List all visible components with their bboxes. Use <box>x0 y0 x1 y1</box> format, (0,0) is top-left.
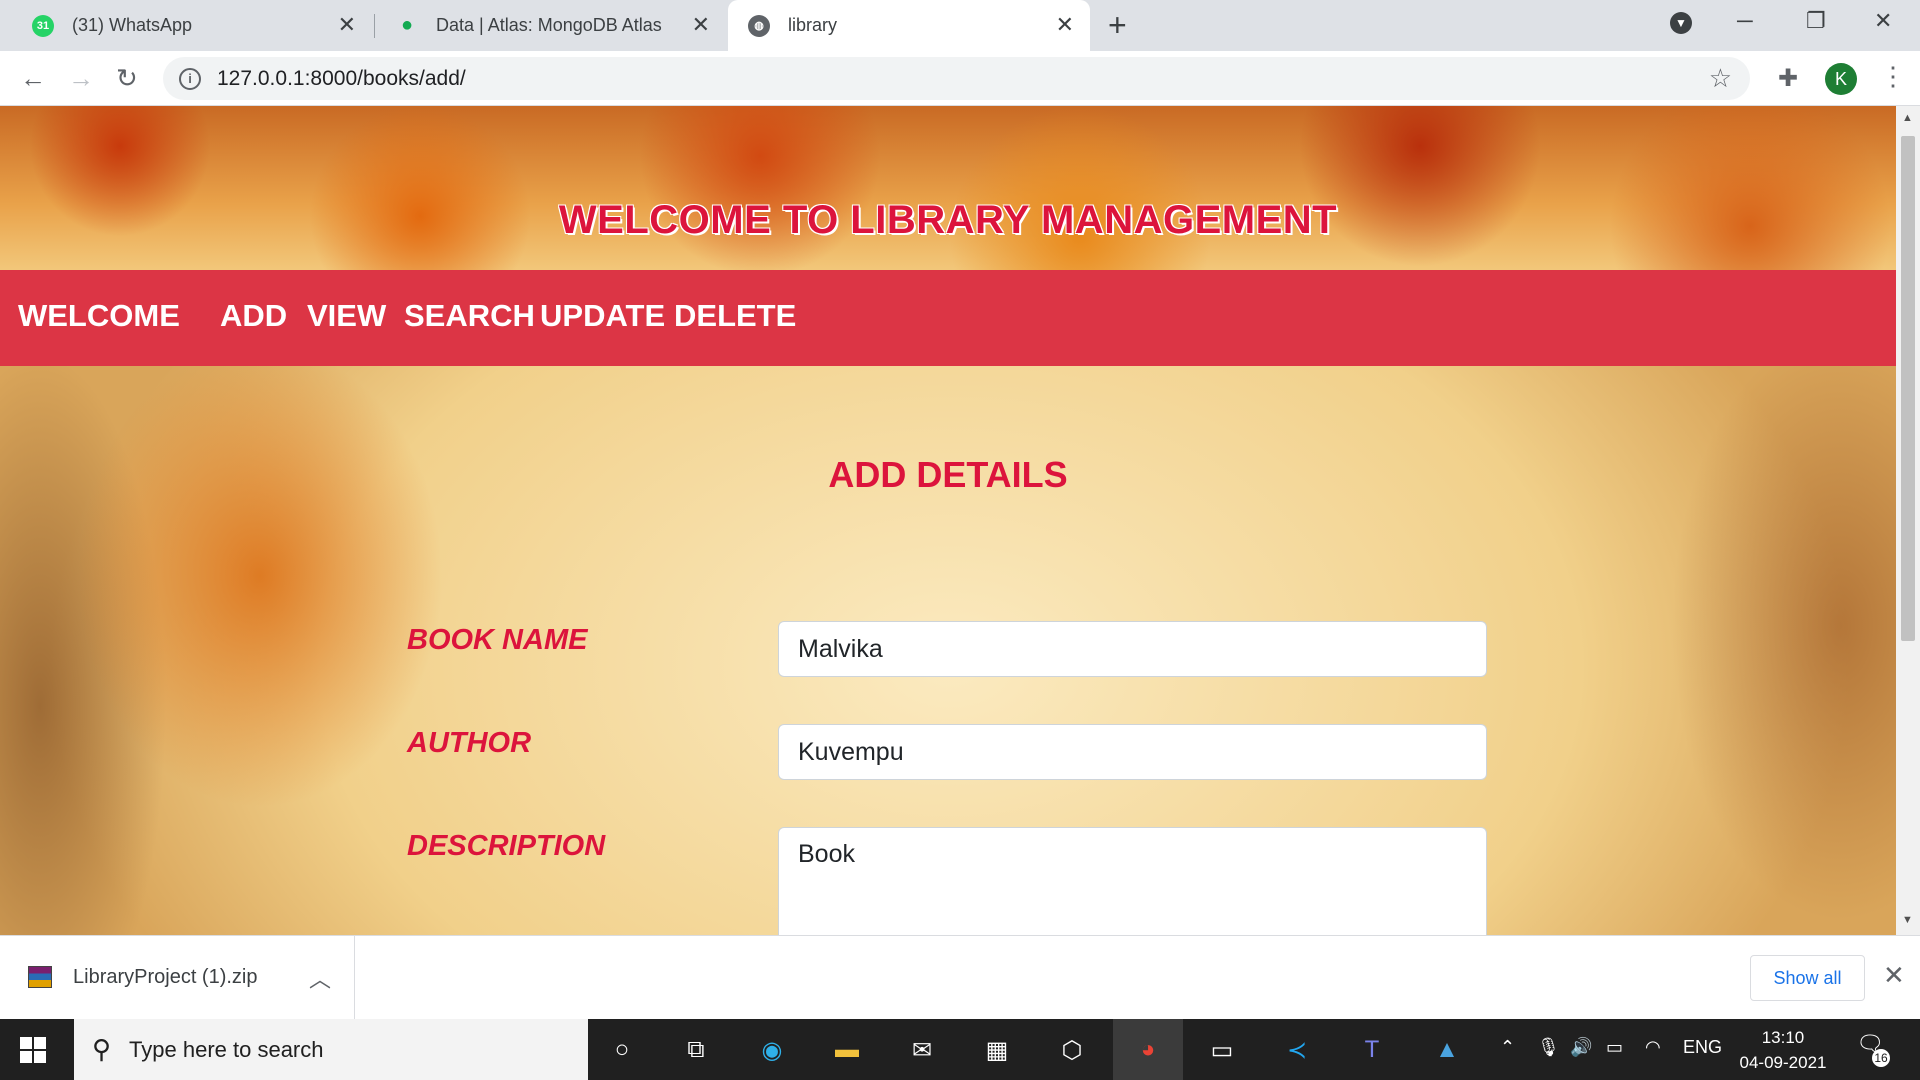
battery-icon[interactable]: ▭ <box>1606 1037 1623 1058</box>
edge-icon[interactable]: ◉ <box>755 1033 789 1067</box>
download-file-name[interactable]: LibraryProject (1).zip <box>73 966 258 989</box>
terminal-icon[interactable]: ▭ <box>1205 1033 1239 1067</box>
3d-box-icon[interactable]: ⬡ <box>1055 1033 1089 1067</box>
tab-strip: 31 (31) WhatsApp ✕ ● Data | Atlas: Mongo… <box>0 0 1920 51</box>
close-tab-icon[interactable]: ✕ <box>1056 14 1074 36</box>
clock-date: 04-09-2021 <box>1739 1053 1827 1072</box>
search-placeholder: Type here to search <box>129 1036 324 1062</box>
book-name-label: BOOK NAME <box>407 624 588 656</box>
close-tab-icon[interactable]: ✕ <box>692 14 710 36</box>
winrar-archive-icon <box>28 966 52 988</box>
nav-link-search[interactable]: SEARCH <box>404 298 535 334</box>
store-icon[interactable]: ▦ <box>980 1033 1014 1067</box>
taskbar-search-box[interactable]: ⚲ Type here to search <box>74 1019 588 1080</box>
nav-link-update[interactable]: UPDATE <box>540 298 665 334</box>
nav-brand-welcome[interactable]: WELCOME <box>18 298 180 334</box>
tab-title: Data | Atlas: MongoDB Atlas <box>436 15 662 35</box>
url-text[interactable]: 127.0.0.1:8000/books/add/ <box>217 67 466 91</box>
site-info-icon[interactable]: i <box>179 67 201 90</box>
forward-icon[interactable]: → <box>68 63 94 93</box>
taskbar-clock[interactable]: 13:10 04-09-2021 <box>1738 1025 1828 1075</box>
tab-library[interactable]: ◍ library ✕ <box>728 0 1090 51</box>
vscode-icon[interactable]: ≺ <box>1280 1033 1314 1067</box>
page-scrollbar[interactable]: ▲ ▼ <box>1896 106 1920 935</box>
author-input[interactable]: Kuvempu <box>778 724 1487 780</box>
teams-icon[interactable]: T <box>1355 1033 1389 1067</box>
language-indicator[interactable]: ENG <box>1683 1037 1722 1058</box>
tab-search-icon[interactable]: ▼ <box>1670 12 1692 34</box>
download-shelf: LibraryProject (1).zip ︿ Show all ✕ <box>0 935 1920 1020</box>
mail-icon[interactable]: ✉ <box>905 1033 939 1067</box>
new-tab-icon[interactable]: + <box>1108 8 1127 42</box>
banner-title: WELCOME TO LIBRARY MANAGEMENT <box>558 198 1338 242</box>
microphone-icon[interactable]: 🎙 <box>1537 1037 1560 1058</box>
tab-mongodb[interactable]: ● Data | Atlas: MongoDB Atlas ✕ <box>376 0 726 51</box>
task-view-icon[interactable]: ⧉ <box>679 1033 713 1067</box>
nav-link-delete[interactable]: DELETE <box>674 298 796 334</box>
browser-toolbar: ← → ↻ i 127.0.0.1:8000/books/add/ ☆ ✚ K … <box>0 51 1920 106</box>
close-tab-icon[interactable]: ✕ <box>338 14 356 36</box>
scrollbar-thumb[interactable] <box>1901 136 1915 641</box>
site-navbar: WELCOME ADD VIEW SEARCH UPDATE DELETE <box>0 270 1896 366</box>
whatsapp-icon: 31 <box>32 14 54 37</box>
description-textarea[interactable]: Book <box>778 827 1487 935</box>
back-icon[interactable]: ← <box>20 63 46 93</box>
autumn-banner: WELCOME TO LIBRARY MANAGEMENT <box>0 106 1896 270</box>
file-explorer-icon[interactable]: ▬ <box>830 1033 864 1067</box>
windows-taskbar: ⚲ Type here to search ○ ⧉ ◉ ▬ ✉ ▦ ⬡ ◕ ▭ … <box>0 1019 1920 1080</box>
tray-chevron-icon[interactable]: ⌃ <box>1500 1037 1515 1058</box>
bookmark-star-icon[interactable]: ☆ <box>1709 63 1732 94</box>
page-viewport: WELCOME TO LIBRARY MANAGEMENT WELCOME AD… <box>0 106 1896 935</box>
scroll-down-icon[interactable]: ▼ <box>1902 914 1913 926</box>
address-bar[interactable]: i 127.0.0.1:8000/books/add/ ☆ <box>163 57 1750 100</box>
tab-title: (31) WhatsApp <box>72 15 193 35</box>
mongodb-leaf-icon: ● <box>400 14 414 36</box>
profile-avatar[interactable]: K <box>1825 63 1857 95</box>
windows-start-icon[interactable] <box>20 1037 46 1063</box>
tab-whatsapp[interactable]: 31 (31) WhatsApp ✕ <box>12 0 372 51</box>
reload-icon[interactable]: ↻ <box>116 63 138 93</box>
nav-link-view[interactable]: VIEW <box>307 298 386 334</box>
close-window-icon[interactable]: ✕ <box>1874 8 1892 34</box>
tab-divider <box>374 14 375 38</box>
globe-icon: ◍ <box>748 14 770 37</box>
chrome-icon[interactable]: ◕ <box>1131 1033 1165 1067</box>
tab-title: library <box>788 15 838 35</box>
minimize-icon[interactable]: ─ <box>1737 8 1753 34</box>
extensions-puzzle-icon[interactable]: ✚ <box>1778 64 1798 93</box>
scroll-up-icon[interactable]: ▲ <box>1902 112 1913 124</box>
close-shelf-icon[interactable]: ✕ <box>1883 960 1905 991</box>
photos-icon[interactable]: ▲ <box>1430 1033 1464 1067</box>
cortana-icon[interactable]: ○ <box>605 1033 639 1067</box>
download-item[interactable]: LibraryProject (1).zip ︿ <box>0 936 355 1020</box>
menu-kebab-icon[interactable]: ⋮ <box>1880 61 1906 92</box>
show-all-button[interactable]: Show all <box>1750 955 1865 1001</box>
page-title: ADD DETAILS <box>828 454 1068 495</box>
chevron-up-icon[interactable]: ︿ <box>309 962 331 994</box>
restore-icon[interactable]: ❐ <box>1806 8 1826 34</box>
volume-icon[interactable]: 🔊 <box>1570 1037 1592 1058</box>
author-label: AUTHOR <box>407 727 532 759</box>
description-label: DESCRIPTION <box>407 830 606 862</box>
search-icon: ⚲ <box>92 1034 112 1064</box>
wifi-icon[interactable]: ◠ <box>1645 1037 1661 1058</box>
notification-count-badge: 16 <box>1872 1049 1890 1067</box>
nav-link-add[interactable]: ADD <box>220 298 287 334</box>
clock-time: 13:10 <box>1761 1028 1805 1047</box>
book-name-input[interactable]: Malvika <box>778 621 1487 677</box>
